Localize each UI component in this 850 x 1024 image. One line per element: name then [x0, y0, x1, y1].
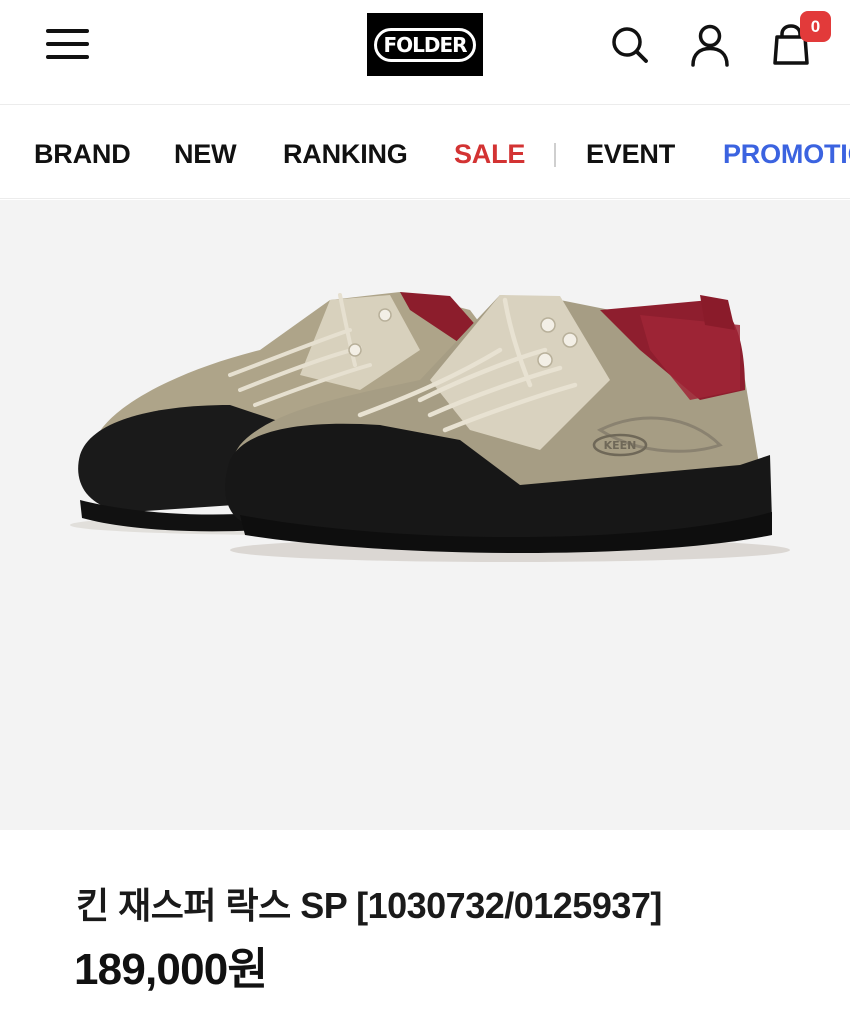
nav-item-event[interactable]: EVENT: [586, 139, 675, 169]
nav-item-ranking[interactable]: RANKING: [283, 139, 408, 169]
nav-divider: [554, 143, 556, 167]
header: FOLDER 0: [0, 0, 850, 105]
brand-mark: KEEN: [604, 439, 637, 452]
cart-count-badge: 0: [800, 11, 831, 42]
logo-text: FOLDER: [374, 27, 476, 62]
nav-item-new[interactable]: NEW: [174, 139, 237, 169]
user-icon[interactable]: [687, 22, 733, 68]
search-icon[interactable]: [607, 22, 653, 68]
category-nav: BRAND NEW RANKING SALE EVENT PROMOTION: [0, 105, 850, 199]
logo[interactable]: FOLDER: [367, 13, 483, 76]
menu-icon[interactable]: [46, 28, 90, 62]
nav-item-promotion[interactable]: PROMOTION: [723, 139, 850, 169]
shoe-illustration: KEEN: [70, 292, 790, 562]
product-title: 킨 재스퍼 락스 SP [1030732/0125937]: [76, 885, 662, 926]
product-price: 189,000원: [74, 945, 268, 994]
nav-item-sale[interactable]: SALE: [454, 139, 525, 169]
product-image[interactable]: KEEN: [0, 200, 850, 830]
nav-item-brand[interactable]: BRAND: [34, 139, 131, 169]
